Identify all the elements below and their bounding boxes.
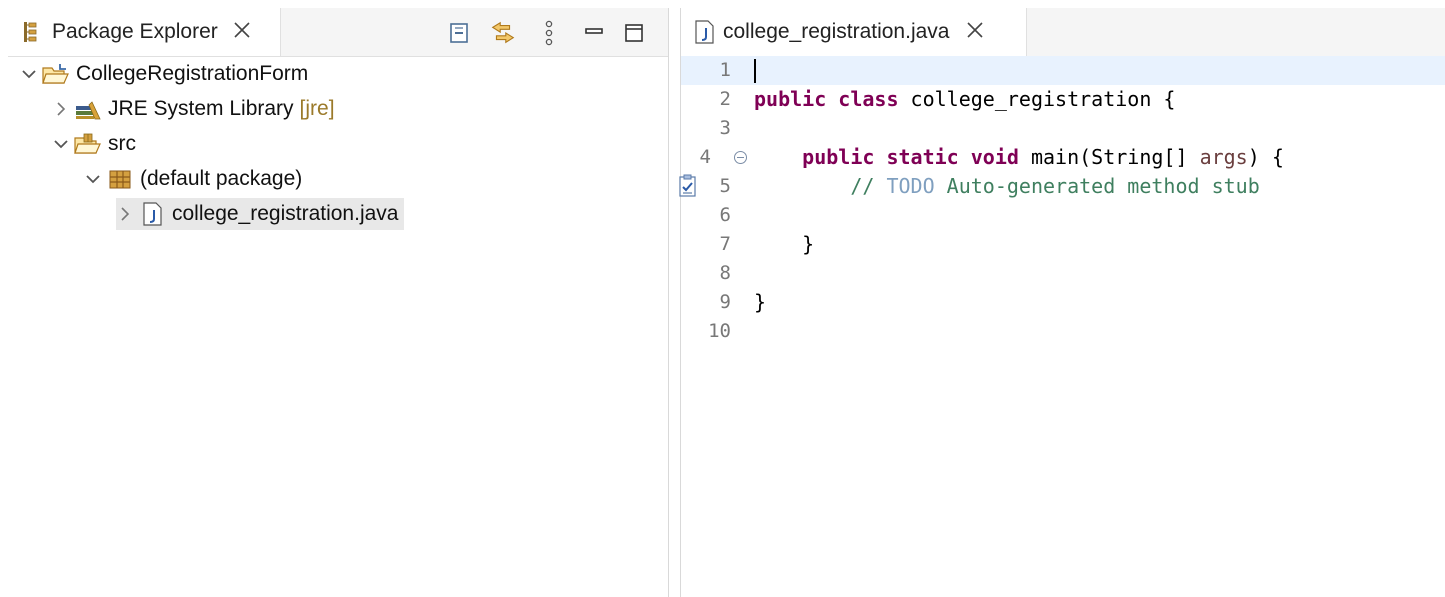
code-text: public static void main(String[] args) { [802,145,1284,169]
code-line[interactable]: 1 [681,56,1445,85]
package-icon [106,167,134,191]
line-number: 2 [719,88,731,110]
chevron-down-icon[interactable] [20,65,38,83]
maximize-icon[interactable] [620,20,648,46]
code-line[interactable]: 6 [681,201,1445,230]
editor-tabbar: college_registration.java [681,8,1445,57]
code-line[interactable]: 3 [681,114,1445,143]
editor-tab-close-icon[interactable] [965,20,985,45]
link-with-editor-icon[interactable] [489,20,517,46]
minimize-icon[interactable] [580,20,608,46]
line-number: 9 [719,291,731,313]
code-line[interactable]: 4 public static void main(String[] args)… [681,143,1445,172]
src-label: src [108,132,136,155]
chevron-right-icon[interactable] [116,205,134,223]
code-line[interactable]: 7 } [681,230,1445,259]
editor-tab-college-registration[interactable]: college_registration.java [681,8,1027,56]
package-explorer-close-icon[interactable] [232,20,252,45]
fold-collapse-icon[interactable] [734,151,747,164]
package-explorer-icon [22,21,42,43]
project-label: CollegeRegistrationForm [76,62,309,85]
java-editor-view: college_registration.java 1 2 public cla… [679,8,1445,597]
package-explorer-tabbar: Package Explorer [8,8,668,57]
tree-item-src[interactable]: src [52,128,136,160]
line-number: 7 [719,233,731,255]
project-folder-icon [42,62,70,86]
chevron-down-icon[interactable] [84,170,102,188]
code-text: // TODO Auto-generated method stub [850,174,1260,198]
library-icon [74,97,102,121]
default-package-label: (default package) [140,167,303,190]
package-explorer-tab[interactable]: Package Explorer [8,8,281,56]
line-number: 8 [719,262,731,284]
jre-library-label: JRE System Library [108,97,294,120]
line-number: 3 [719,117,731,139]
collapse-all-icon[interactable] [445,20,473,46]
line-number: 6 [719,204,731,226]
code-line[interactable]: 8 [681,259,1445,288]
code-line[interactable]: 10 [681,317,1445,346]
jre-decoration: [jre] [299,97,335,120]
code-line[interactable]: 9 } [681,288,1445,317]
tree-item-java-file[interactable]: college_registration.java [116,198,405,230]
editor-tab-title: college_registration.java [723,20,950,43]
package-explorer-view: Package Explorer CollegeRegistrationForm… [8,8,669,597]
source-folder-icon [74,132,102,156]
java-file-label: college_registration.java [172,202,399,225]
line-number: 4 [699,146,711,168]
code-text: public class college_registration { [754,87,1176,111]
view-menu-icon[interactable] [535,20,563,46]
chevron-down-icon[interactable] [52,135,70,153]
code-line[interactable]: 5 // TODO Auto-generated method stub [679,172,1445,201]
code-text: } [754,290,767,314]
java-file-icon [138,202,166,226]
chevron-right-icon[interactable] [52,100,70,118]
code-editor[interactable]: 1 2 public class college_registration { … [679,56,1445,597]
line-number: 1 [719,59,731,81]
tree-item-jre-library[interactable]: JRE System Library [jre] [52,93,335,125]
tree-item-project[interactable]: CollegeRegistrationForm [20,58,308,90]
text-caret [754,59,756,83]
package-explorer-tab-title: Package Explorer [52,20,218,43]
java-file-icon [693,20,715,44]
code-text: } [754,232,815,256]
code-line[interactable]: 2 public class college_registration { [681,85,1445,114]
line-number: 10 [708,320,731,342]
line-number: 5 [719,175,731,197]
tree-item-default-package[interactable]: (default package) [84,163,302,195]
